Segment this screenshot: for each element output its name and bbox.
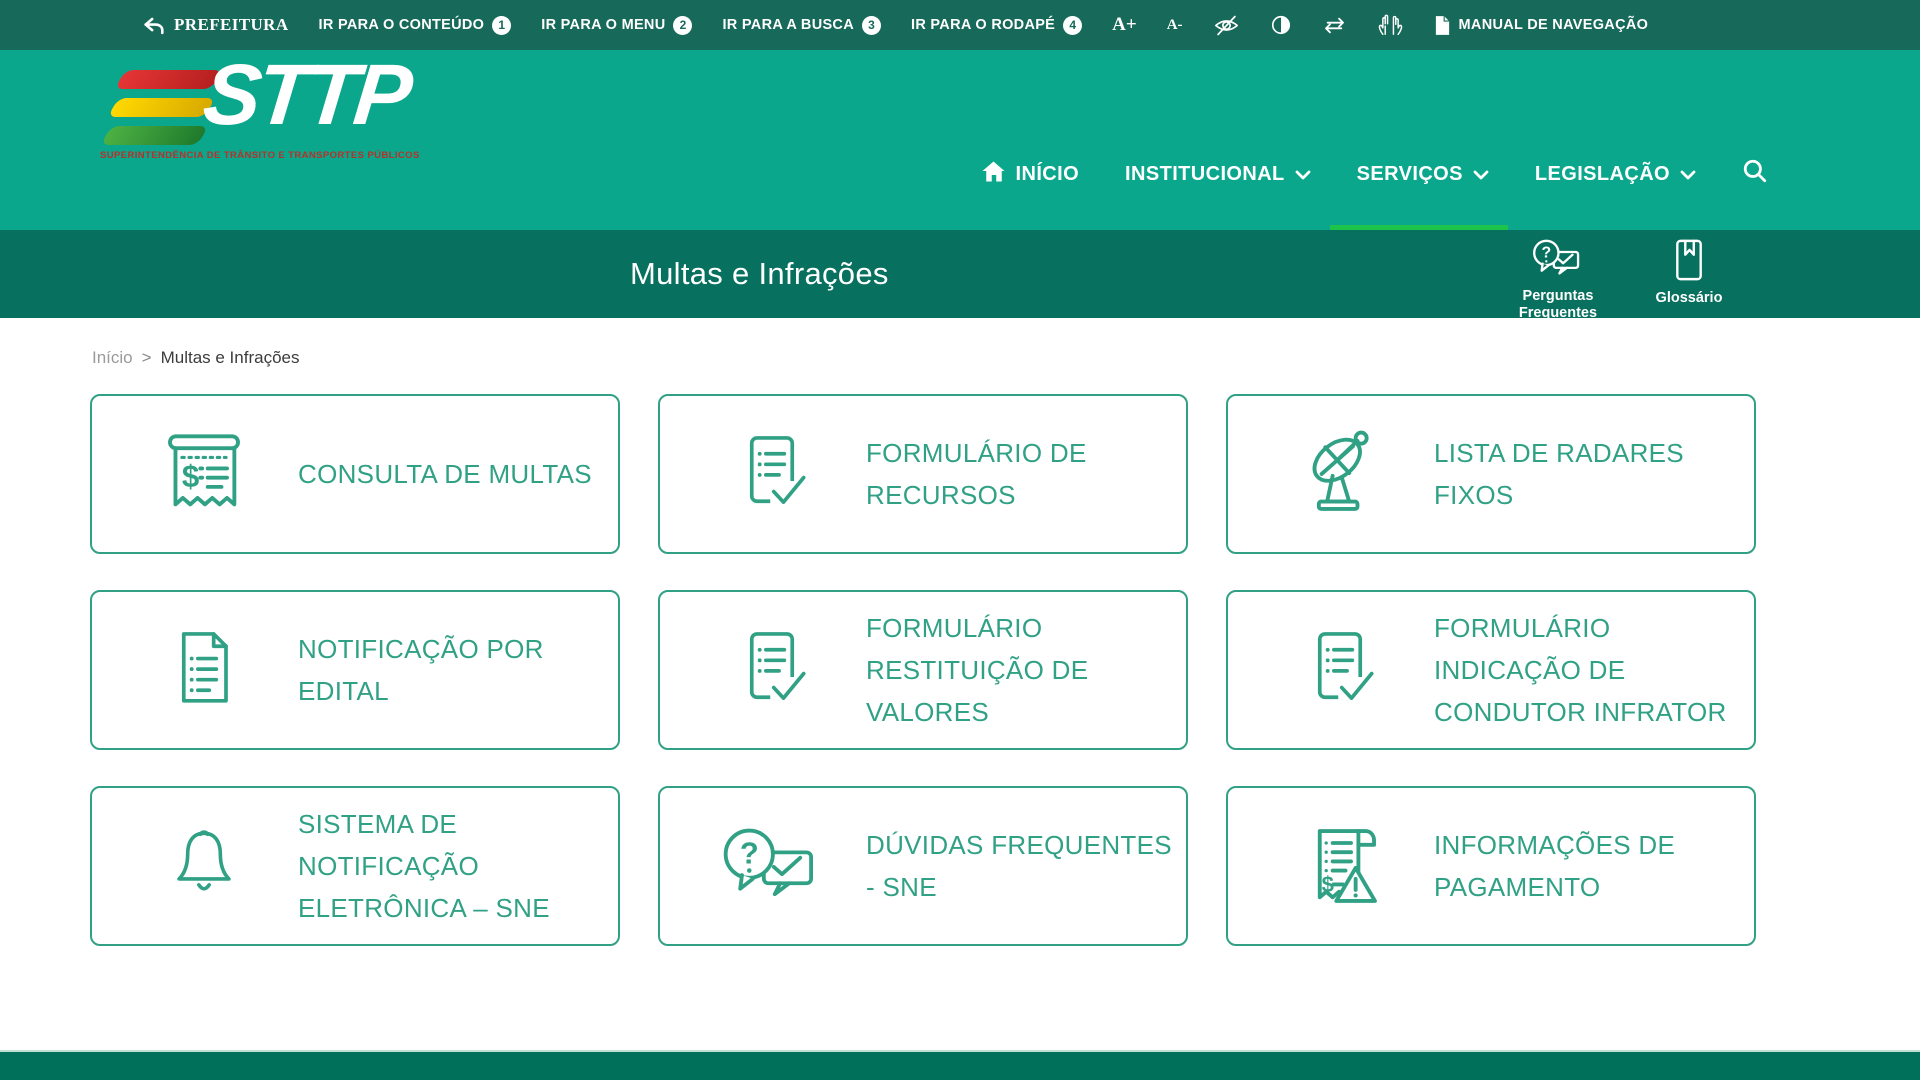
nav-inicio[interactable]: INÍCIO	[981, 160, 1080, 189]
radar-icon	[1280, 428, 1400, 520]
receipt-dollar-icon: $	[144, 428, 264, 520]
skip-badge-2: 2	[673, 16, 692, 35]
search-button[interactable]	[1742, 158, 1768, 190]
skip-badge-3: 3	[862, 16, 881, 35]
card-indicacao-condutor[interactable]: FORMULÁRIO INDICAÇÃO DE CONDUTOR INFRATO…	[1226, 590, 1756, 750]
faq-bubbles-icon: ?	[1532, 238, 1584, 285]
form-check-icon	[712, 626, 832, 714]
bell-icon	[144, 823, 264, 909]
breadcrumb-home[interactable]: Início	[92, 348, 133, 368]
card-radares-fixos[interactable]: LISTA DE RADARES FIXOS	[1226, 394, 1756, 554]
card-sne[interactable]: SISTEMA DE NOTIFICAÇÃO ELETRÔNICA – SNE	[90, 786, 620, 946]
breadcrumb-current: Multas e Infrações	[161, 348, 300, 368]
nav-legislacao[interactable]: LEGISLAÇÃO	[1535, 163, 1696, 186]
return-icon	[142, 16, 166, 35]
contrast-icon[interactable]	[1270, 14, 1292, 36]
document-icon	[144, 626, 264, 714]
manual-link[interactable]: MANUAL DE NAVEGAÇÃO	[1434, 15, 1649, 36]
card-restituicao-valores[interactable]: FORMULÁRIO RESTITUIÇÃO DE VALORES	[658, 590, 1188, 750]
main-header: STTP SUPERINTENDÊNCIA DE TRÂNSITO E TRAN…	[0, 50, 1920, 230]
chevron-down-icon	[1473, 163, 1489, 186]
prefeitura-label: PREFEITURA	[174, 15, 289, 35]
font-increase-button[interactable]: A+	[1112, 14, 1137, 36]
skip-badge-1: 1	[492, 16, 511, 35]
card-notificacao-edital[interactable]: NOTIFICAÇÃO POR EDITAL	[90, 590, 620, 750]
accessibility-bar: PREFEITURA IR PARA O CONTEÚDO 1 IR PARA …	[0, 0, 1920, 50]
page-title-bar: Multas e Infrações ? Perguntas Frequente…	[0, 230, 1920, 318]
skip-link-footer[interactable]: IR PARA O RODAPÉ 4	[911, 16, 1082, 35]
manual-label: MANUAL DE NAVEGAÇÃO	[1459, 17, 1649, 33]
page-footer	[0, 1050, 1920, 1080]
home-icon	[981, 160, 1006, 189]
question-bubbles-icon: ?	[712, 825, 832, 907]
main-nav: INÍCIO INSTITUCIONAL SERVIÇOS LEGISLAÇÃO	[981, 146, 1768, 202]
skip-link-menu[interactable]: IR PARA O MENU 2	[541, 16, 692, 35]
skip-badge-4: 4	[1063, 16, 1082, 35]
font-decrease-button[interactable]: A-	[1167, 17, 1183, 34]
skip-link-content[interactable]: IR PARA O CONTEÚDO 1	[319, 16, 512, 35]
libras-icon[interactable]	[1377, 13, 1404, 38]
page-title: Multas e Infrações	[630, 256, 889, 292]
form-check-icon	[712, 430, 832, 518]
chevron-down-icon	[1295, 163, 1311, 186]
receipt-alert-icon: $	[1280, 820, 1400, 912]
search-icon	[1742, 158, 1768, 190]
svg-text:?: ?	[1541, 245, 1551, 262]
nav-institucional[interactable]: INSTITUCIONAL	[1125, 163, 1311, 186]
colorblind-icon[interactable]	[1213, 14, 1240, 37]
sttp-logo[interactable]: STTP SUPERINTENDÊNCIA DE TRÂNSITO E TRAN…	[100, 50, 430, 230]
faq-shortcut[interactable]: ? Perguntas Frequentes	[1498, 238, 1618, 322]
content-area: Início > Multas e Infrações $ CONSULTA D…	[0, 348, 1920, 946]
card-consulta-multas[interactable]: $ CONSULTA DE MULTAS	[90, 394, 620, 554]
skip-link-search[interactable]: IR PARA A BUSCA 3	[722, 16, 881, 35]
document-icon	[1434, 15, 1451, 36]
book-icon	[1672, 238, 1706, 287]
glossary-shortcut[interactable]: Glossário	[1644, 238, 1734, 322]
svg-text:$: $	[182, 459, 199, 494]
chevron-down-icon	[1680, 163, 1696, 186]
form-check-icon	[1280, 626, 1400, 714]
logo-title: STTP	[199, 46, 413, 145]
logo-subtitle: SUPERINTENDÊNCIA DE TRÂNSITO E TRANSPORT…	[100, 150, 430, 161]
pagebar-shortcuts: ? Perguntas Frequentes Glossário	[1498, 238, 1734, 322]
prefeitura-link[interactable]: PREFEITURA	[142, 15, 289, 35]
card-duvidas-sne[interactable]: ? DÚVIDAS FREQUENTES - SNE	[658, 786, 1188, 946]
reset-icon[interactable]	[1322, 15, 1347, 36]
services-grid: $ CONSULTA DE MULTAS FORMULÁRI	[90, 394, 1920, 946]
nav-servicos[interactable]: SERVIÇOS	[1357, 163, 1489, 186]
breadcrumb-separator: >	[142, 348, 152, 368]
svg-text:?: ?	[740, 835, 759, 870]
breadcrumb: Início > Multas e Infrações	[92, 348, 1920, 368]
card-informacoes-pagamento[interactable]: $ INFORMAÇÕES DE PAGAMENTO	[1226, 786, 1756, 946]
card-formulario-recursos[interactable]: FORMULÁRIO DE RECURSOS	[658, 394, 1188, 554]
